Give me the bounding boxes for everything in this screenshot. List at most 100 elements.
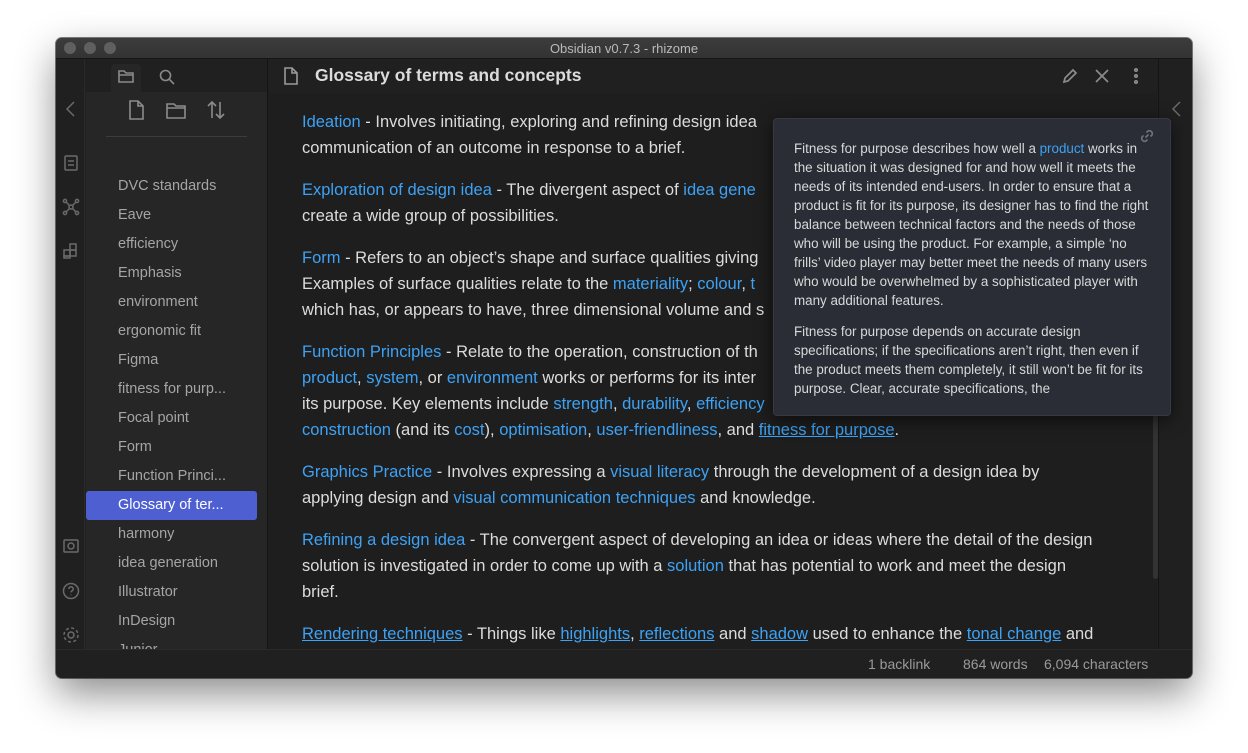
file-item[interactable]: efficiency bbox=[86, 230, 257, 259]
editor-header: Glossary of terms and concepts bbox=[268, 59, 1158, 93]
text-run: - Things like bbox=[462, 625, 561, 643]
vault-icon[interactable] bbox=[61, 536, 81, 556]
internal-link[interactable]: Graphics Practice bbox=[302, 463, 432, 481]
internal-link[interactable]: system bbox=[366, 369, 418, 387]
text-run: and knowledge. bbox=[695, 489, 816, 507]
internal-link[interactable]: visual literacy bbox=[610, 463, 709, 481]
internal-link[interactable]: Rendering techniques bbox=[302, 625, 463, 643]
internal-link[interactable]: strength bbox=[553, 395, 613, 413]
new-folder-icon bbox=[165, 103, 187, 125]
file-item[interactable]: ergonomic fit bbox=[86, 317, 257, 346]
left-ribbon bbox=[56, 59, 85, 649]
internal-link[interactable]: durability bbox=[622, 395, 687, 413]
text-run: , or bbox=[418, 369, 447, 387]
file-item[interactable]: Glossary of ter... bbox=[86, 491, 257, 520]
popover-body: Fitness for purpose describes how well a… bbox=[794, 139, 1156, 410]
internal-link[interactable]: Form bbox=[302, 249, 341, 267]
text-run: solution is investigated in order to com… bbox=[302, 557, 668, 575]
document-icon bbox=[282, 67, 300, 90]
divider bbox=[106, 136, 247, 137]
file-item[interactable]: Emphasis bbox=[86, 259, 257, 288]
internal-link[interactable]: Refining a design idea bbox=[302, 531, 465, 549]
internal-link[interactable]: highlights bbox=[560, 625, 630, 643]
file-item[interactable]: harmony bbox=[86, 520, 257, 549]
text-run: through the development of a design idea… bbox=[709, 463, 1040, 481]
text-run: which has, or appears to have, three dim… bbox=[302, 301, 765, 319]
internal-link[interactable]: idea gene bbox=[683, 181, 756, 199]
text-run: applying design and bbox=[302, 489, 454, 507]
internal-link[interactable]: Ideation bbox=[302, 113, 361, 131]
paragraph: Fitness for purpose describes how well a… bbox=[794, 139, 1156, 310]
file-item[interactable]: fitness for purp... bbox=[86, 375, 257, 404]
internal-link[interactable]: product bbox=[1040, 141, 1085, 156]
text-run: , bbox=[686, 395, 697, 413]
file-item[interactable]: environment bbox=[86, 288, 257, 317]
text-run: its purpose. Key elements include bbox=[302, 395, 554, 413]
paragraph: Fitness for purpose depends on accurate … bbox=[794, 322, 1156, 398]
internal-link[interactable]: fitness for purpose bbox=[759, 421, 895, 439]
new-folder-button[interactable] bbox=[165, 99, 189, 123]
zoom-window-button[interactable] bbox=[104, 42, 116, 54]
edit-button[interactable] bbox=[1061, 67, 1081, 87]
paragraph: Rendering techniques - Things like highl… bbox=[302, 621, 1122, 647]
title-bar: Obsidian v0.7.3 - rhizome bbox=[56, 38, 1192, 59]
internal-link[interactable]: construction bbox=[302, 421, 391, 439]
file-item[interactable]: Function Princi... bbox=[86, 462, 257, 491]
link-preview-popover[interactable]: Fitness for purpose describes how well a… bbox=[773, 118, 1171, 416]
text-run: Fitness for purpose describes how well a bbox=[794, 141, 1040, 156]
file-item[interactable]: Form bbox=[86, 433, 257, 462]
sort-button[interactable] bbox=[205, 99, 229, 123]
collapse-left-icon[interactable] bbox=[61, 99, 81, 119]
file-item[interactable]: idea generation bbox=[86, 549, 257, 578]
internal-link[interactable]: optimisation bbox=[499, 421, 587, 439]
minimize-window-button[interactable] bbox=[84, 42, 96, 54]
file-item[interactable]: Illustrator bbox=[86, 578, 257, 607]
paragraph: Refining a design idea - The convergent … bbox=[302, 527, 1122, 605]
internal-link[interactable]: environment bbox=[447, 369, 538, 387]
internal-link[interactable]: user-friendliness bbox=[596, 421, 717, 439]
internal-link[interactable]: materiality bbox=[613, 275, 688, 293]
text-run: - The convergent aspect of developing an… bbox=[465, 531, 1093, 549]
file-item[interactable]: DVC standards bbox=[86, 172, 257, 201]
status-bar: 1 backlink 864 words 6,094 characters bbox=[56, 649, 1192, 678]
settings-icon[interactable] bbox=[61, 625, 81, 645]
text-run: create a wide group of possibilities. bbox=[302, 207, 559, 225]
paragraph: Graphics Practice - Involves expressing … bbox=[302, 459, 1122, 511]
file-explorer: DVC standards Eave efficiency Emphasis envir… bbox=[86, 59, 295, 658]
internal-link[interactable]: solution bbox=[667, 557, 724, 575]
file-item[interactable]: Figma bbox=[86, 346, 257, 375]
tab-search[interactable] bbox=[152, 65, 182, 89]
close-window-button[interactable] bbox=[64, 42, 76, 54]
text-run: works or performs for its inter bbox=[537, 369, 756, 387]
graph-icon[interactable] bbox=[61, 197, 81, 217]
tab-file-explorer[interactable] bbox=[111, 64, 141, 92]
plugins-icon[interactable] bbox=[61, 241, 81, 261]
internal-link[interactable]: colour bbox=[697, 275, 741, 293]
internal-link[interactable]: t bbox=[750, 275, 755, 293]
help-icon[interactable] bbox=[61, 581, 81, 601]
internal-link[interactable]: product bbox=[302, 369, 357, 387]
internal-link[interactable]: shadow bbox=[751, 625, 808, 643]
text-run: that has potential to work and meet the … bbox=[723, 557, 1067, 575]
text-run: - Involves initiating, exploring and ref… bbox=[360, 113, 757, 131]
internal-link[interactable]: visual communication techniques bbox=[453, 489, 695, 507]
file-item[interactable]: Eave bbox=[86, 201, 257, 230]
sidebar-tabs bbox=[86, 59, 267, 92]
internal-link[interactable]: Exploration of design idea bbox=[302, 181, 492, 199]
more-options-button[interactable] bbox=[1127, 67, 1147, 87]
character-count: 6,094 characters bbox=[1044, 656, 1149, 672]
internal-link[interactable]: cost bbox=[454, 421, 484, 439]
internal-link[interactable]: Function Principles bbox=[302, 343, 441, 361]
internal-link[interactable]: tonal change bbox=[967, 625, 1062, 643]
new-note-button[interactable] bbox=[125, 99, 149, 123]
backlink-count[interactable]: 1 backlink bbox=[868, 656, 930, 672]
file-item[interactable]: InDesign bbox=[86, 607, 257, 636]
quick-switcher-icon[interactable] bbox=[61, 153, 81, 173]
file-item[interactable]: Focal point bbox=[86, 404, 257, 433]
more-icon bbox=[1127, 67, 1145, 89]
text-run: . bbox=[894, 421, 900, 439]
close-pane-button[interactable] bbox=[1093, 67, 1113, 87]
close-icon bbox=[1093, 69, 1111, 89]
internal-link[interactable]: reflections bbox=[639, 625, 714, 643]
internal-link[interactable]: efficiency bbox=[696, 395, 764, 413]
